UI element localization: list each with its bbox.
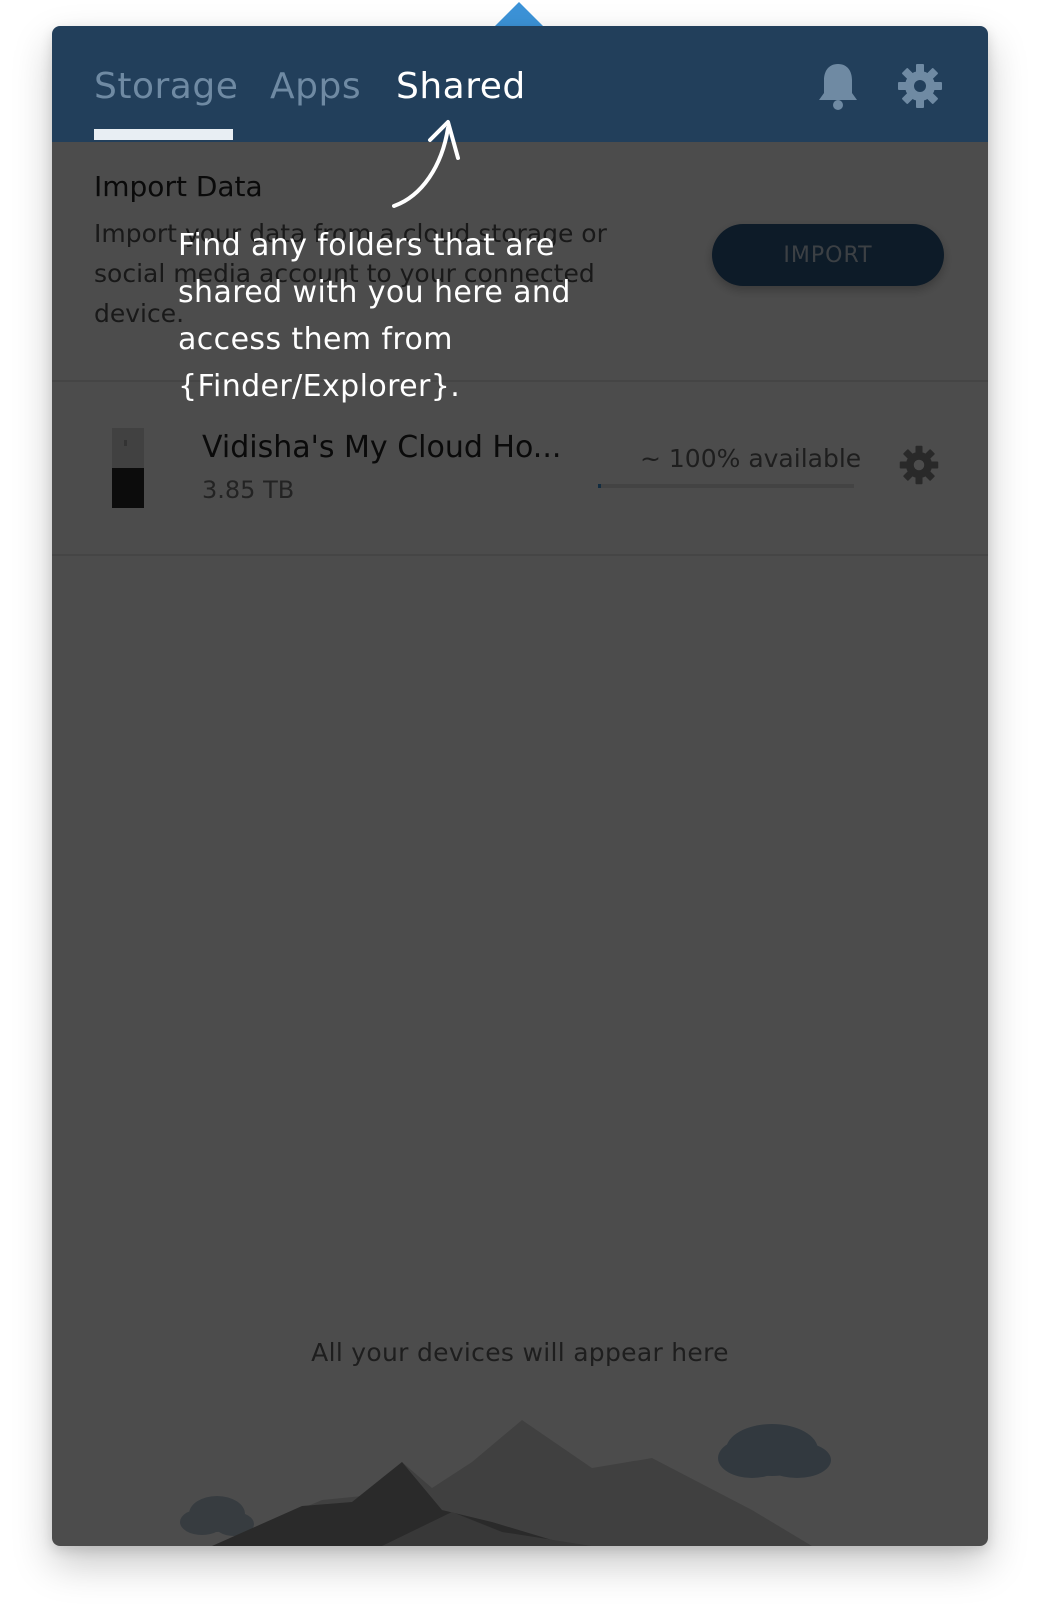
tab-shared[interactable]: Shared <box>396 66 526 107</box>
coach-mark-text: Find any folders that are shared with yo… <box>178 228 571 404</box>
mountain-illustration <box>180 1420 831 1546</box>
device-name[interactable]: Vidisha's My Cloud Ho... <box>202 430 561 465</box>
header-bar: Storage Apps Shared <box>52 26 988 142</box>
active-tab-indicator <box>94 129 233 140</box>
storage-usage-bar <box>598 484 854 488</box>
storage-usage-fill <box>598 484 601 488</box>
coach-mark-arrow-icon <box>392 120 460 208</box>
tab-apps[interactable]: Apps <box>270 66 361 107</box>
device-availability: ~ 100% available <box>640 444 862 473</box>
section-divider <box>52 554 988 556</box>
device-settings-gear-icon[interactable] <box>898 444 940 486</box>
tab-storage[interactable]: Storage <box>94 66 238 107</box>
gear-icon[interactable] <box>896 60 944 112</box>
bell-icon[interactable] <box>814 60 862 112</box>
import-button[interactable]: IMPORT <box>712 224 944 286</box>
import-title: Import Data <box>94 170 263 203</box>
popover-caret <box>495 2 543 26</box>
device-size: 3.85 TB <box>202 476 295 504</box>
empty-state-text: All your devices will appear here <box>311 1338 729 1367</box>
nas-device-icon <box>110 428 146 508</box>
